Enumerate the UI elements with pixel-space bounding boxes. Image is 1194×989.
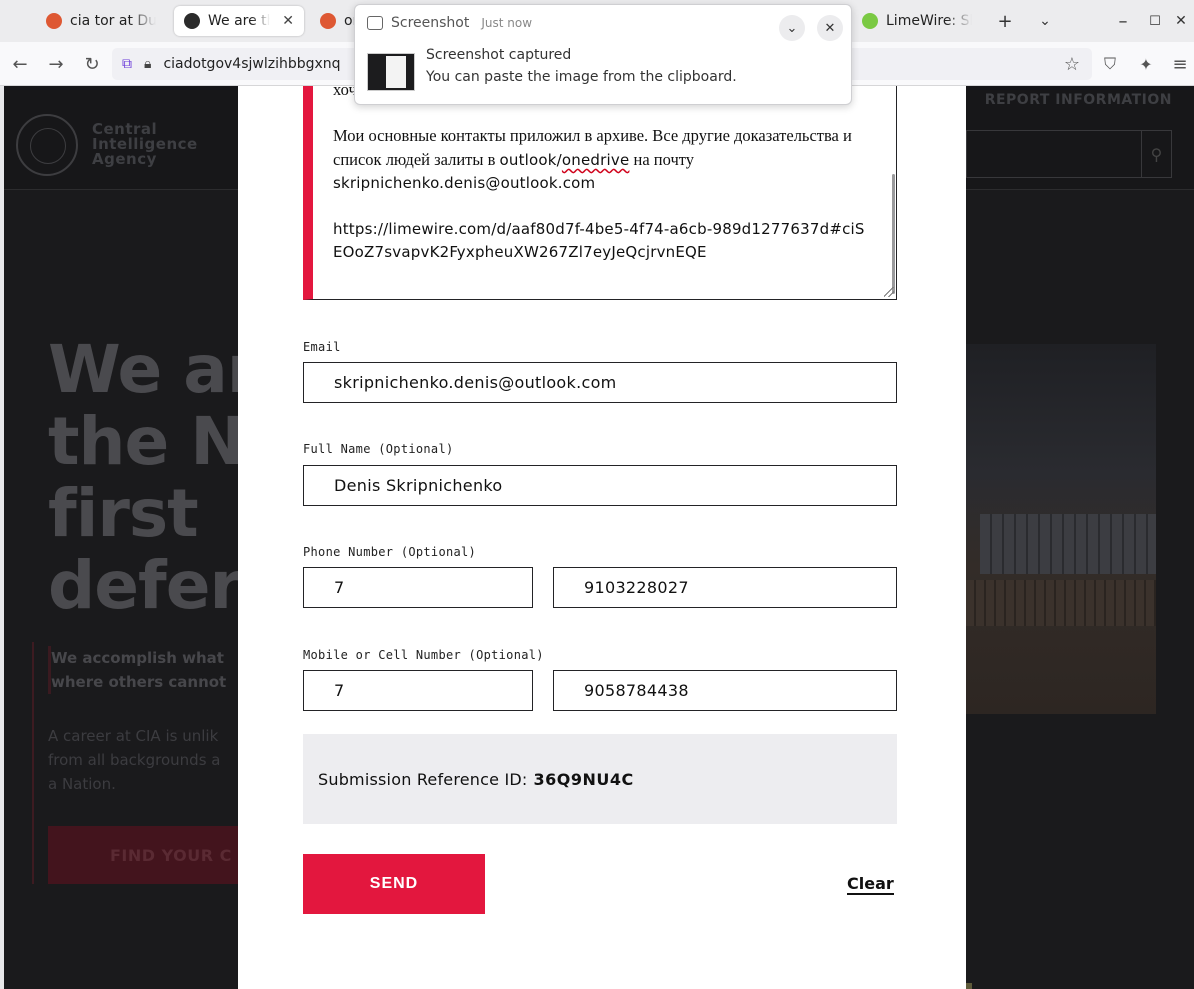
phone-label: Phone Number (Optional) — [303, 545, 477, 559]
screenshot-notification[interactable]: Screenshot Just now Screenshot captured … — [354, 4, 852, 105]
close-window-icon[interactable]: ✕ — [1168, 8, 1194, 34]
minimize-icon[interactable]: – — [1110, 8, 1136, 34]
shield-icon[interactable]: ⛉ — [1096, 50, 1124, 78]
reference-id: 36Q9NU4C — [533, 769, 634, 789]
search-icon[interactable]: ⚲ — [1141, 131, 1171, 177]
message-textarea[interactable]: хоч Мои основные контакты приложил в арх… — [303, 86, 897, 300]
tab-title: cia tor at Duck — [70, 13, 156, 29]
reload-icon[interactable]: ↻ — [78, 50, 106, 78]
cia-seal-logo — [16, 114, 78, 176]
forward-arrow-icon[interactable]: → — [42, 50, 70, 78]
screenshot-thumbnail[interactable] — [367, 53, 415, 91]
clear-link[interactable]: Clear — [847, 874, 894, 895]
duckduckgo-icon — [46, 13, 62, 29]
headquarters-photo — [966, 344, 1156, 714]
screenshot-icon — [367, 16, 383, 30]
full-name-field[interactable]: Denis Skripnichenko — [303, 465, 897, 506]
menu-icon[interactable]: ≡ — [1166, 50, 1194, 78]
submission-reference-box: Submission Reference ID: 36Q9NU4C — [303, 734, 897, 824]
message-text: хоч Мои основные контакты приложил в арх… — [333, 86, 873, 264]
notification-app-name: Screenshot — [391, 15, 470, 31]
phone-country-code-field[interactable]: 7 — [303, 567, 533, 608]
close-notification-icon[interactable]: ✕ — [817, 15, 843, 41]
notification-time: Just now — [481, 16, 533, 30]
tab-onion[interactable]: on — [310, 6, 354, 36]
message-email: skripnichenko.denis@outlook.com — [333, 174, 596, 192]
close-tab-icon[interactable]: ✕ — [282, 13, 294, 29]
accent-divider — [32, 642, 34, 884]
message-text-ru-end: на почту — [629, 150, 695, 169]
report-form-modal: хоч Мои основные контакты приложил в арх… — [238, 86, 966, 989]
back-arrow-icon[interactable]: ← — [6, 50, 34, 78]
mobile-country-code-field[interactable]: 7 — [303, 670, 533, 711]
new-tab-button[interactable]: + — [992, 8, 1018, 34]
mobile-label: Mobile or Cell Number (Optional) — [303, 648, 544, 662]
hero-subtitle: We accomplish what where others cannot — [48, 646, 226, 694]
url-text[interactable]: ciadotgov4sjwlzihbbgxnq — [163, 56, 340, 72]
tor-onion-icon — [184, 13, 200, 29]
notification-title: Screenshot captured — [426, 47, 572, 63]
full-name-label: Full Name (Optional) — [303, 442, 454, 456]
hero-heading: We ar the N first defer — [48, 331, 259, 624]
site-search-input[interactable]: ⚲ — [966, 130, 1172, 178]
tab-list-chevron-icon[interactable]: ⌄ — [1032, 8, 1058, 34]
duckduckgo-icon — [320, 13, 336, 29]
mobile-number-field[interactable]: 9058784438 — [553, 670, 897, 711]
report-information-link[interactable]: REPORT INFORMATION — [985, 92, 1172, 108]
message-link: https://limewire.com/d/aaf80d7f-4be5-4f7… — [333, 220, 865, 261]
tab-title: on — [344, 13, 354, 29]
plus-icon: + — [997, 10, 1013, 32]
tab-cia-active[interactable]: We are the N ✕ — [174, 6, 304, 36]
textarea-scrollbar[interactable] — [892, 174, 895, 294]
notification-header: Screenshot Just now — [367, 15, 532, 31]
reference-label: Submission Reference ID: — [318, 769, 528, 789]
tab-title: We are the N — [208, 13, 270, 29]
tab-title: LimeWire: Sha — [886, 13, 972, 29]
hero-paragraph: A career at CIA is unlik from all backgr… — [48, 727, 221, 793]
tab-duckduckgo[interactable]: cia tor at Duck — [36, 6, 166, 36]
notification-body: You can paste the image from the clipboa… — [426, 69, 737, 85]
message-text-service: outlook/ — [499, 151, 562, 169]
maximize-icon[interactable]: ☐ — [1142, 8, 1168, 34]
email-field[interactable]: skripnichenko.denis@outlook.com — [303, 362, 897, 403]
send-button[interactable]: SEND — [303, 854, 485, 914]
tab-limewire[interactable]: LimeWire: Sha — [852, 6, 982, 36]
email-label: Email — [303, 340, 341, 354]
lock-icon[interactable]: 🔒︎ — [144, 56, 151, 72]
limewire-icon — [862, 13, 878, 29]
message-text-service-misspelled: onedrive — [561, 151, 630, 169]
agency-name: Central Intelligence Agency — [92, 120, 198, 168]
phone-number-field[interactable]: 9103228027 — [553, 567, 897, 608]
tor-circuit-icon[interactable]: ⧉ — [122, 56, 132, 72]
bookmark-star-icon[interactable]: ☆ — [1058, 50, 1086, 78]
resize-handle-icon[interactable] — [884, 287, 894, 297]
expand-chevron-icon[interactable]: ⌄ — [779, 15, 805, 41]
security-level-icon[interactable]: ✦ — [1132, 50, 1160, 78]
